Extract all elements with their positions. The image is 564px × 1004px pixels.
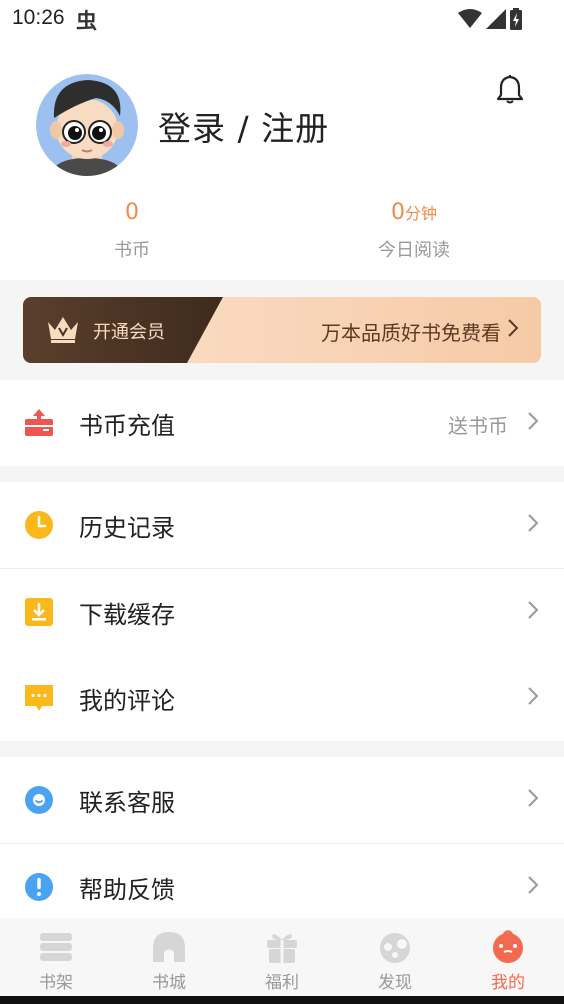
menu-service-label: 联系客服 (79, 789, 175, 817)
bell-icon[interactable] (496, 74, 524, 104)
coins-stat[interactable]: 0 书币 (32, 198, 232, 262)
bookstore-icon (153, 932, 185, 962)
chevron-right-icon (528, 687, 539, 705)
tab-welfare-label: 福利 (265, 973, 299, 993)
discover-icon (380, 933, 410, 963)
system-nav-strip (0, 996, 564, 1004)
download-icon (25, 598, 53, 626)
tab-shelf-label: 书架 (39, 973, 73, 993)
bookshelf-icon (40, 933, 72, 961)
signal-icon (486, 9, 506, 29)
vip-open-label: 开通会员 (93, 322, 165, 343)
vip-banner[interactable]: 开通会员 万本品质好书免费看 (23, 297, 541, 363)
debug-bug-icon: 虫 (76, 9, 97, 33)
reading-unit: 分钟 (404, 204, 437, 223)
menu-service[interactable]: 联系客服 (0, 757, 564, 843)
menu-history[interactable]: 历史记录 (0, 482, 564, 568)
chevron-right-icon (528, 514, 539, 532)
menu-comments[interactable]: 我的评论 (0, 655, 564, 741)
chevron-right-icon (528, 789, 539, 807)
service-icon (25, 786, 53, 814)
tab-store[interactable]: 书城 (113, 918, 225, 996)
recharge-icon (25, 409, 53, 436)
gift-icon (267, 934, 297, 963)
clock-icon (25, 511, 53, 539)
menu-recharge-label: 书币充值 (79, 412, 175, 440)
tab-discover-label: 发现 (378, 973, 412, 993)
chevron-right-icon (528, 412, 539, 430)
reading-value-row: 0分钟 (314, 198, 514, 228)
wifi-icon (458, 9, 482, 28)
chevron-right-icon (528, 876, 539, 894)
tab-mine-label: 我的 (491, 973, 525, 993)
menu-download[interactable]: 下载缓存 (0, 569, 564, 655)
menu-recharge-extra: 送书币 (448, 414, 508, 438)
battery-icon (510, 8, 522, 30)
comment-icon (25, 685, 53, 711)
tab-welfare[interactable]: 福利 (226, 918, 338, 996)
reading-stat[interactable]: 0分钟 今日阅读 (314, 198, 514, 262)
mine-face-icon (493, 930, 523, 963)
coins-value: 0 (125, 200, 139, 225)
tab-shelf[interactable]: 书架 (0, 918, 112, 996)
reading-label: 今日阅读 (378, 240, 450, 261)
section-gap (0, 741, 564, 757)
menu-feedback-label: 帮助反馈 (79, 876, 175, 904)
status-bar: 10:26 虫 (0, 0, 564, 38)
vip-slogan: 万本品质好书免费看 (321, 321, 501, 345)
status-icons (458, 8, 522, 30)
menu-comments-label: 我的评论 (79, 687, 175, 715)
tab-store-label: 书城 (152, 973, 186, 993)
status-time: 10:26 (12, 6, 65, 29)
menu-history-label: 历史记录 (79, 514, 175, 542)
tab-mine[interactable]: 我的 (452, 918, 564, 996)
menu-recharge[interactable]: 书币充值 送书币 (0, 380, 564, 466)
reading-value: 0 (390, 200, 405, 225)
help-icon (25, 873, 53, 901)
crown-icon (48, 317, 78, 343)
coins-label: 书币 (114, 240, 150, 261)
profile-header: 登录 / 注册 0 书币 0分钟 今日阅读 (0, 38, 564, 280)
chevron-right-icon (528, 601, 539, 619)
menu-download-label: 下载缓存 (79, 601, 175, 629)
avatar[interactable] (36, 74, 138, 176)
section-gap (0, 466, 564, 482)
avatar-cartoon-icon (36, 74, 138, 176)
tab-discover[interactable]: 发现 (339, 918, 451, 996)
bottom-tab-bar: 书架 书城 福利 发现 我的 (0, 918, 564, 996)
vip-chevron-icon (508, 319, 519, 337)
login-register-link[interactable]: 登录 / 注册 (158, 102, 329, 150)
